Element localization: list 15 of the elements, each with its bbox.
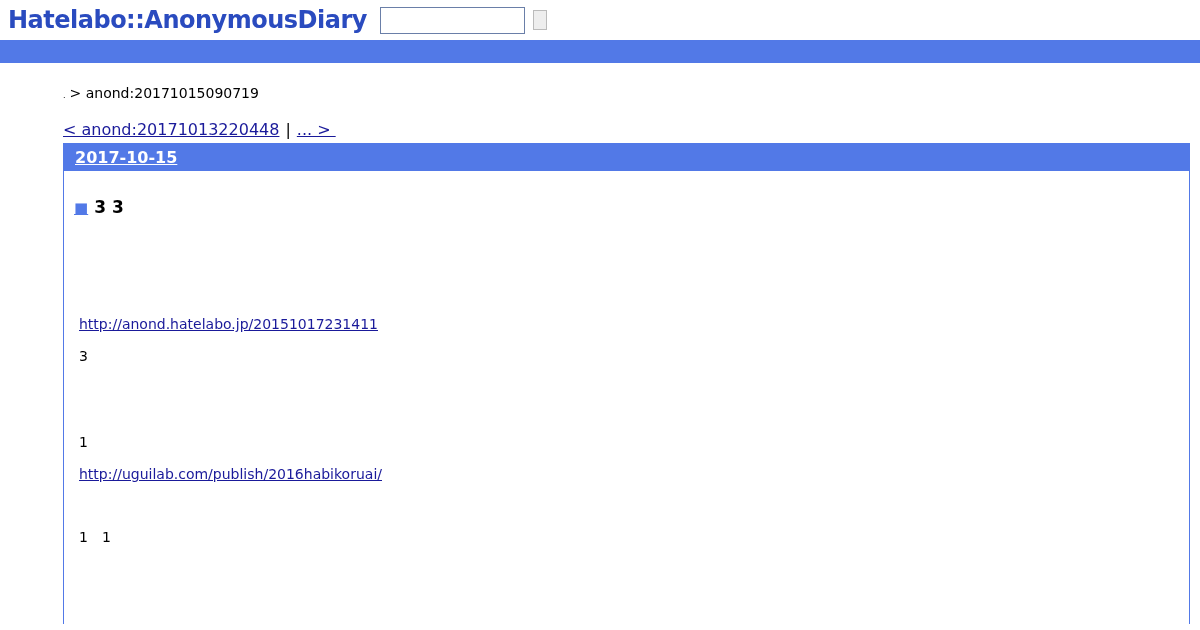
body-link[interactable]: http://anond.hatelabo.jp/20151017231411	[79, 316, 378, 332]
next-link[interactable]: ... >	[296, 120, 336, 139]
previous-link[interactable]: < anond:20171013220448	[63, 120, 280, 139]
body-text: 1 1	[79, 528, 112, 546]
date-link[interactable]: 2017-10-15	[75, 148, 178, 167]
body-text: 3	[79, 347, 89, 365]
body-link[interactable]: http://uguilab.com/publish/2016habikoruai/	[79, 466, 382, 482]
home-link[interactable]: .	[63, 91, 66, 100]
search-field[interactable]	[379, 6, 525, 34]
site-logo[interactable]: Hatelabo::AnonymousDiary	[8, 6, 367, 34]
pager-separator: |	[285, 120, 291, 139]
section-link[interactable]: ■	[74, 199, 89, 217]
body-text: 1	[79, 433, 89, 451]
section-title: 3 3	[94, 197, 124, 217]
breadcrumb-current: > anond:20171015090719	[69, 85, 259, 101]
